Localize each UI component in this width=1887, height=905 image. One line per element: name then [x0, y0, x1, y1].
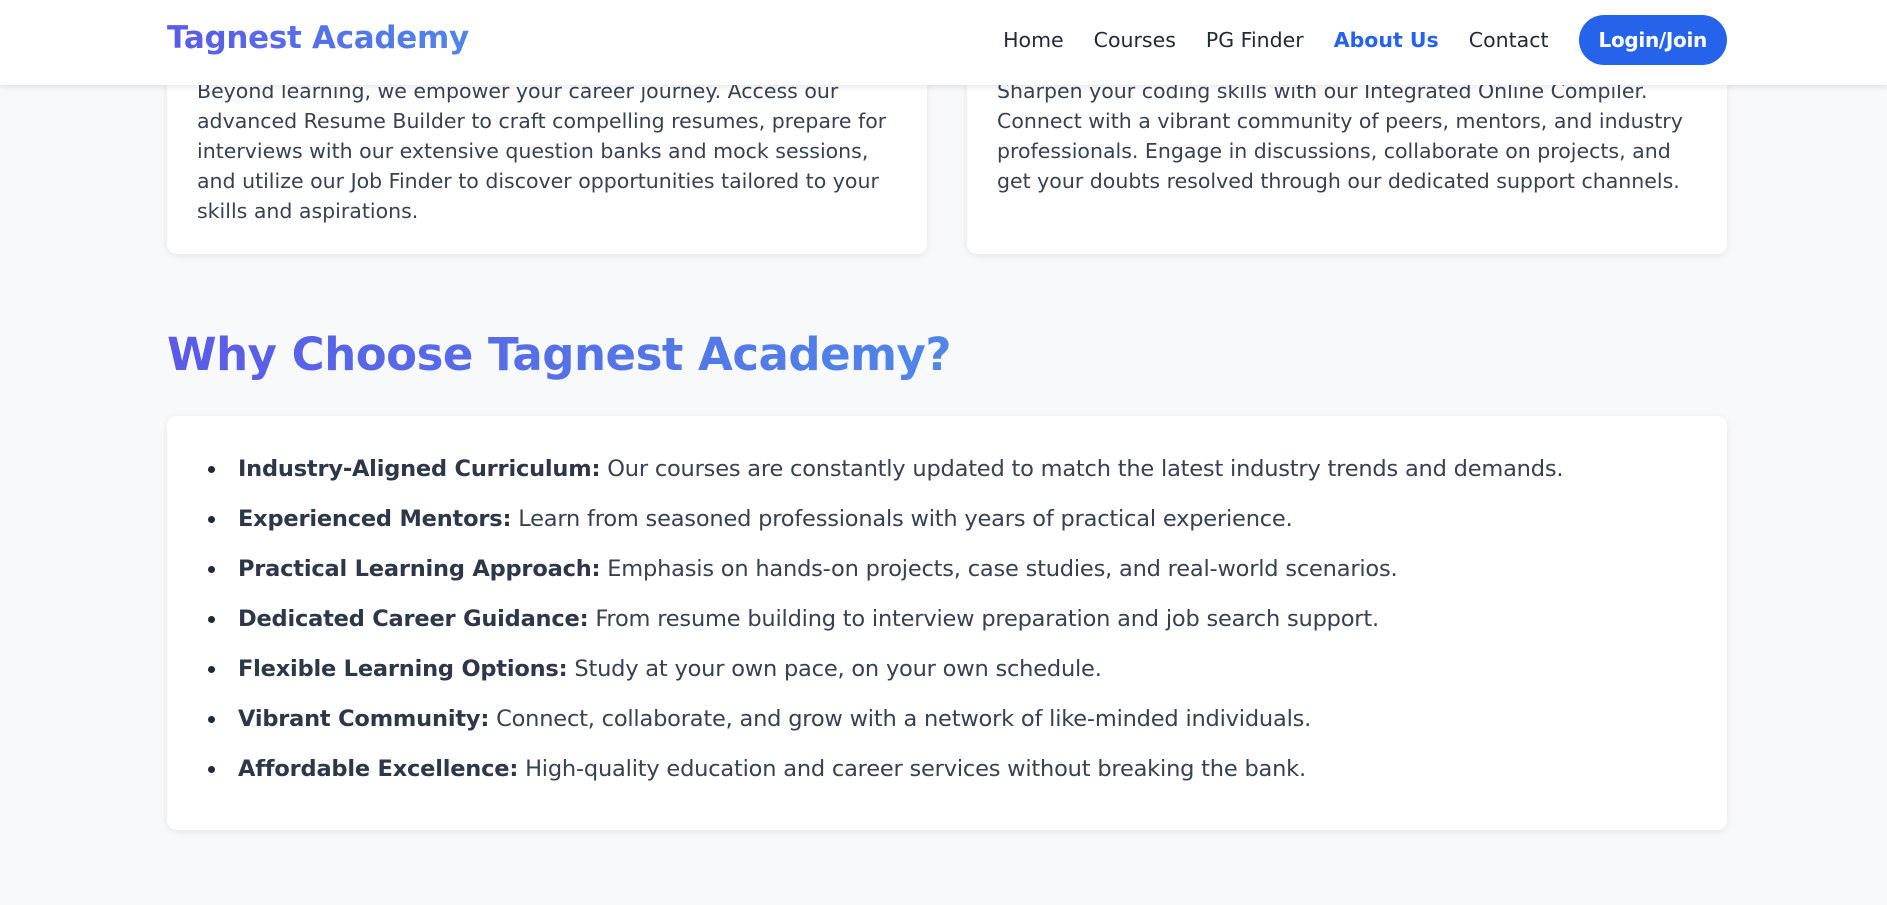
career-services-text: Beyond learning, we empower your career … — [197, 79, 887, 223]
main-nav: Home Courses PG Finder About Us Contact … — [1003, 15, 1727, 65]
feature-item: Industry-Aligned Curriculum: Our courses… — [208, 444, 1687, 494]
feature-label: Vibrant Community: — [238, 706, 490, 732]
feature-text: Connect, collaborate, and grow with a ne… — [489, 706, 1312, 732]
feature-item: Affordable Excellence: High-quality educ… — [208, 744, 1687, 794]
login-join-button[interactable]: Login/Join — [1578, 15, 1727, 65]
feature-item: Experienced Mentors: Learn from seasoned… — [208, 494, 1687, 544]
feature-text: Emphasis on hands-on projects, case stud… — [600, 556, 1398, 582]
feature-item: Vibrant Community: Connect, collaborate,… — [208, 694, 1687, 744]
page: Beyond learning, we empower your career … — [0, 0, 1887, 905]
nav-contact[interactable]: Contact — [1469, 28, 1549, 52]
feature-item: Practical Learning Approach: Emphasis on… — [208, 544, 1687, 594]
feature-item: Dedicated Career Guidance: From resume b… — [208, 594, 1687, 644]
feature-text: Our courses are constantly updated to ma… — [600, 456, 1564, 482]
feature-text: From resume building to interview prepar… — [588, 606, 1379, 632]
feature-label: Dedicated Career Guidance: — [238, 606, 589, 632]
feature-text: Learn from seasoned professionals with y… — [511, 506, 1293, 532]
nav-pg-finder[interactable]: PG Finder — [1206, 28, 1304, 52]
nav-home[interactable]: Home — [1003, 28, 1064, 52]
feature-label: Experienced Mentors: — [238, 506, 512, 532]
feature-item: Flexible Learning Options: Study at your… — [208, 644, 1687, 694]
feature-label: Affordable Excellence: — [238, 756, 519, 782]
why-choose-list-card: Industry-Aligned Curriculum: Our courses… — [167, 416, 1727, 830]
feature-label: Flexible Learning Options: — [238, 656, 568, 682]
why-choose-title: Why Choose Tagnest Academy? — [167, 328, 951, 381]
brand-logo[interactable]: Tagnest Academy — [167, 20, 469, 56]
site-header: Tagnest Academy Home Courses PG Finder A… — [0, 0, 1887, 85]
feature-label: Practical Learning Approach: — [238, 556, 601, 582]
community-text: Sharpen your coding skills with our Inte… — [997, 79, 1683, 193]
nav-about-us[interactable]: About Us — [1334, 28, 1439, 52]
feature-text: High-quality education and career servic… — [518, 756, 1306, 782]
feature-list: Industry-Aligned Curriculum: Our courses… — [208, 444, 1687, 794]
feature-label: Industry-Aligned Curriculum: — [238, 456, 601, 482]
feature-text: Study at your own pace, on your own sche… — [567, 656, 1102, 682]
nav-courses[interactable]: Courses — [1094, 28, 1176, 52]
